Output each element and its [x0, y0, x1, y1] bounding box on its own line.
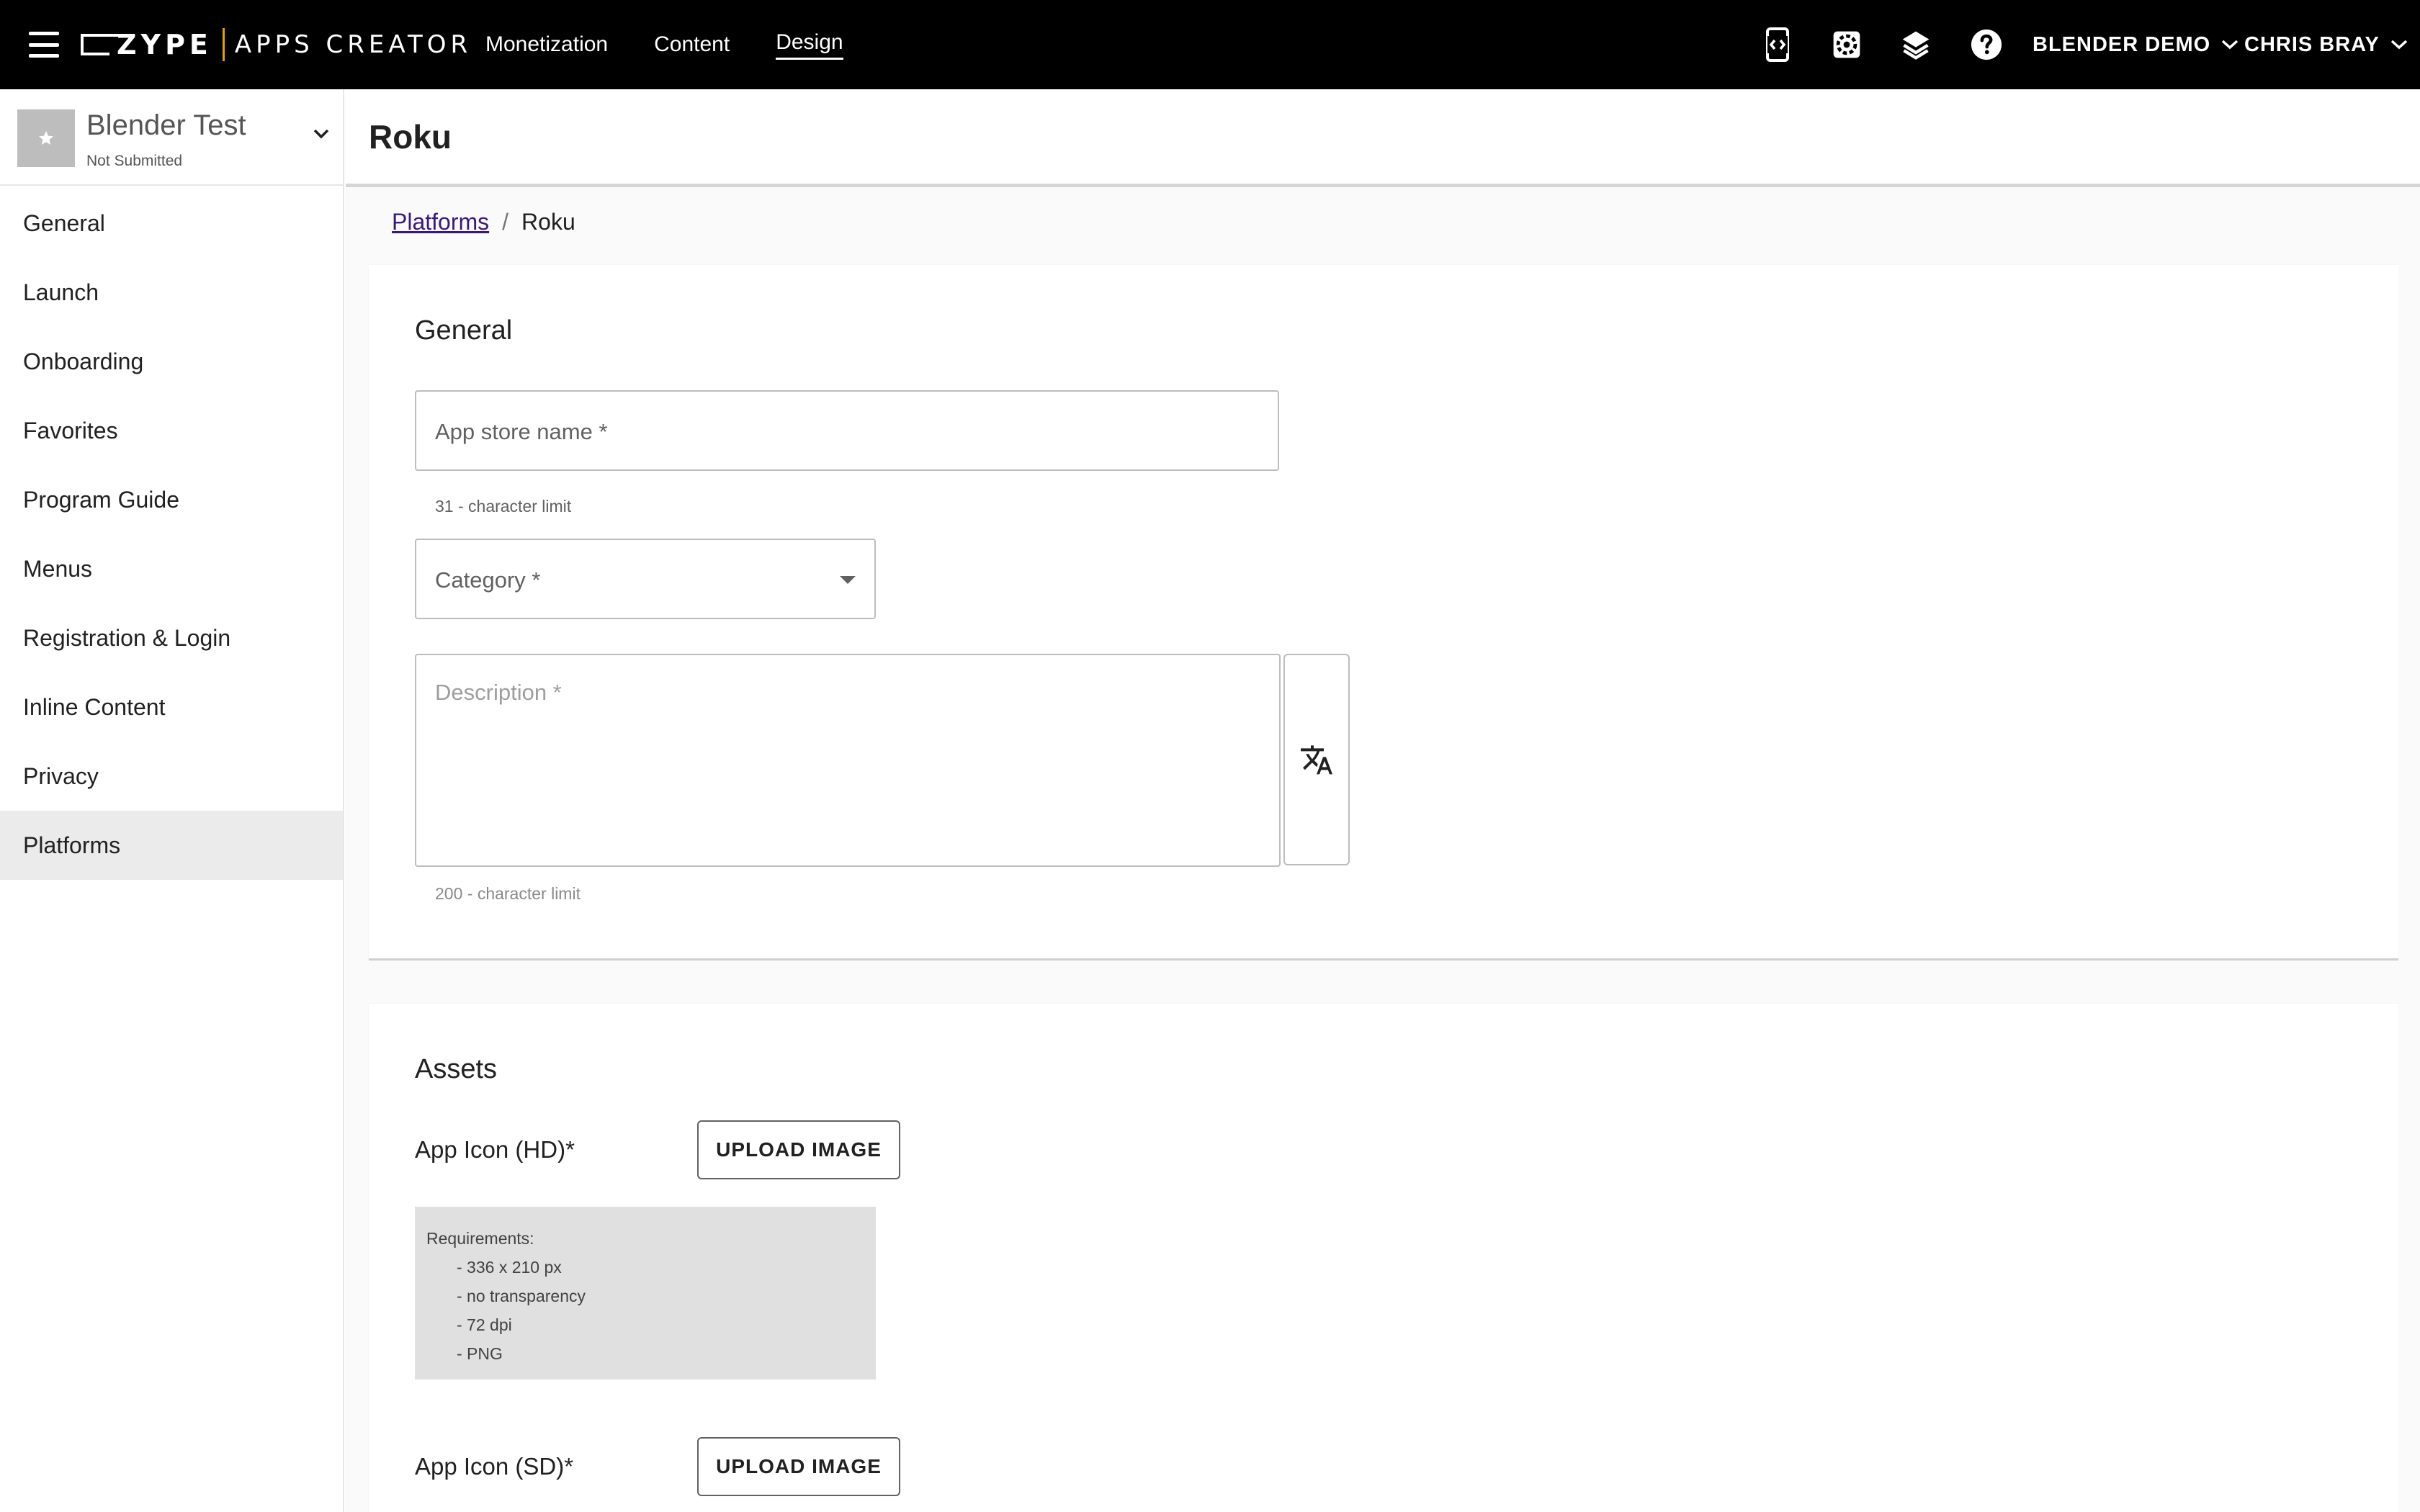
code-device-icon[interactable]: [1757, 24, 1798, 65]
translate-button[interactable]: [1283, 654, 1350, 865]
help-icon[interactable]: [1966, 24, 2007, 65]
app-name: Blender Test: [86, 109, 246, 141]
sidebar-item-onboarding[interactable]: Onboarding: [0, 327, 343, 396]
upload-sd-icon-button[interactable]: UPLOAD IMAGE: [697, 1437, 900, 1496]
top-nav-design[interactable]: Design: [776, 30, 843, 60]
app-switcher[interactable]: Blender Test Not Submitted: [0, 89, 343, 186]
requirement-item: - PNG: [457, 1344, 503, 1363]
translate-icon: [1301, 745, 1332, 775]
brand-logo[interactable]: ZYPE APPS CREATOR: [81, 26, 472, 63]
settings-gear-icon[interactable]: [1827, 24, 1867, 65]
user-dropdown-label: CHRIS BRAY: [2244, 32, 2380, 56]
dropdown-caret-icon: [840, 576, 856, 584]
sidebar: Blender Test Not Submitted General Launc…: [0, 89, 344, 1512]
app-store-name-input[interactable]: App store name *: [415, 390, 1279, 471]
category-label: Category *: [435, 567, 541, 593]
hd-icon-requirements: Requirements: - 336 x 210 px - no transp…: [415, 1207, 876, 1380]
app-store-name-helper: 31 - character limit: [435, 497, 572, 516]
app-icon-hd-label: App Icon (HD)*: [415, 1136, 575, 1163]
chevron-down-icon: [2390, 40, 2407, 50]
brand-divider: [222, 28, 225, 61]
sidebar-item-general[interactable]: General: [0, 189, 343, 258]
chevron-down-icon: [313, 129, 329, 139]
org-dropdown-label: BLENDER DEMO: [2033, 32, 2211, 56]
category-select[interactable]: Category *: [415, 539, 876, 619]
requirements-title: Requirements:: [426, 1229, 534, 1248]
top-app-bar: ZYPE APPS CREATOR Monetization Content D…: [0, 0, 2420, 89]
sidebar-item-inline-content[interactable]: Inline Content: [0, 672, 343, 742]
sidebar-nav: General Launch Onboarding Favorites Prog…: [0, 186, 343, 880]
page-title: Roku: [369, 117, 452, 156]
top-nav: Monetization Content Design: [485, 0, 843, 89]
breadcrumb: Platforms / Roku: [392, 209, 575, 235]
requirement-item: - no transparency: [457, 1287, 586, 1305]
breadcrumb-current: Roku: [521, 209, 575, 235]
user-dropdown[interactable]: CHRIS BRAY: [2244, 0, 2408, 89]
app-thumbnail: [17, 109, 75, 167]
requirement-item: - 336 x 210 px: [457, 1258, 562, 1277]
app-store-name-label: App store name *: [435, 419, 608, 444]
sidebar-item-menus[interactable]: Menus: [0, 534, 343, 603]
main-content: Roku Platforms / Roku General App store …: [346, 89, 2420, 1512]
sidebar-item-launch[interactable]: Launch: [0, 258, 343, 327]
layers-icon[interactable]: [1896, 24, 1936, 65]
chevron-down-icon: [2222, 40, 2238, 50]
brand-apps-creator-text: APPS CREATOR: [234, 30, 472, 59]
top-nav-monetization[interactable]: Monetization: [485, 32, 608, 57]
general-section-title: General: [415, 315, 513, 346]
star-icon: [39, 131, 53, 145]
description-helper: 200 - character limit: [435, 884, 581, 903]
sidebar-item-registration-login[interactable]: Registration & Login: [0, 603, 343, 672]
sidebar-item-program-guide[interactable]: Program Guide: [0, 465, 343, 534]
sidebar-item-privacy[interactable]: Privacy: [0, 742, 343, 811]
sidebar-item-favorites[interactable]: Favorites: [0, 396, 343, 465]
app-icon-sd-label: App Icon (SD)*: [415, 1453, 574, 1480]
org-dropdown[interactable]: BLENDER DEMO: [2033, 0, 2239, 89]
breadcrumb-separator: /: [502, 209, 509, 235]
breadcrumb-platforms-link[interactable]: Platforms: [392, 209, 489, 235]
app-status: Not Submitted: [86, 153, 183, 169]
brand-zype-text: ZYPE: [117, 29, 212, 60]
assets-section-title: Assets: [415, 1054, 498, 1084]
description-textarea[interactable]: Description *: [415, 654, 1281, 867]
menu-hamburger-icon[interactable]: [29, 32, 59, 58]
general-card: General App store name * 31 - character …: [369, 265, 2398, 960]
upload-hd-icon-button[interactable]: UPLOAD IMAGE: [697, 1120, 900, 1179]
requirement-item: - 72 dpi: [457, 1315, 512, 1334]
page-header: Roku: [346, 89, 2420, 187]
top-nav-content[interactable]: Content: [654, 32, 730, 57]
description-label: Description *: [435, 680, 562, 705]
assets-card: Assets App Icon (HD)* UPLOAD IMAGE Requi…: [369, 1004, 2398, 1512]
zype-logo-mark-icon: [81, 34, 120, 55]
sidebar-item-platforms[interactable]: Platforms: [0, 811, 343, 880]
